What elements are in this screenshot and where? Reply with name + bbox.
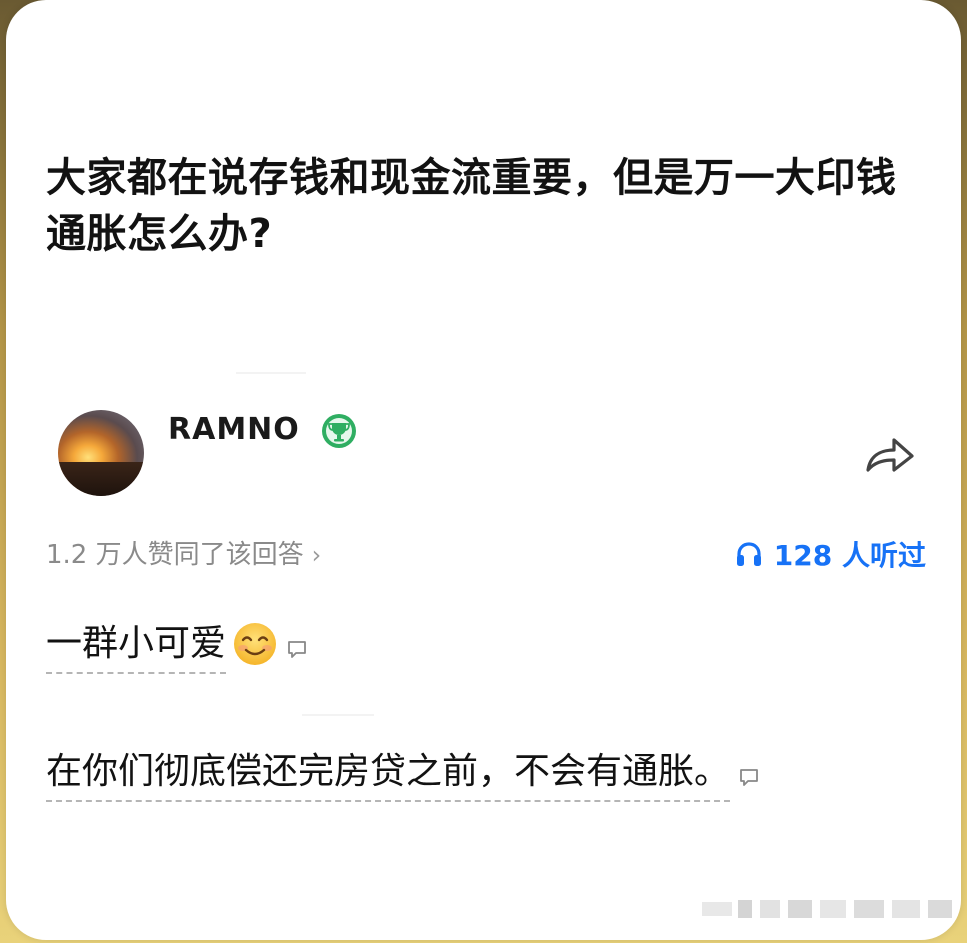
headphone-icon [736, 542, 761, 566]
chevron-right-icon: › [311, 541, 322, 569]
author-name[interactable]: RAMNO [168, 412, 300, 447]
answer-paragraph: 一群小可爱 [46, 614, 308, 674]
listen-count[interactable]: 128 人听过 [734, 534, 926, 574]
trophy-badge-icon[interactable] [320, 412, 358, 450]
answer-text[interactable]: 在你们彻底偿还完房贷之前，不会有通胀。 [46, 742, 731, 802]
comment-bubble-icon[interactable] [286, 638, 308, 660]
avatar[interactable] [58, 410, 144, 496]
vote-summary-label: 1.2 万人赞同了该回答 [46, 540, 304, 570]
answer-paragraph: 在你们彻底偿还完房贷之前，不会有通胀。 [46, 742, 760, 802]
smile-emoji-icon [234, 623, 277, 665]
answer-card: 大家都在说存钱和现金流重要，但是万一大印钱通胀怎么办? RAMNO 1.2 万人… [6, 0, 961, 940]
watermark-logo [698, 898, 958, 920]
faint-divider [302, 714, 374, 716]
comment-bubble-icon[interactable] [738, 766, 760, 788]
vote-summary[interactable]: 1.2 万人赞同了该回答 › [46, 534, 321, 571]
faint-divider [236, 372, 306, 374]
listen-count-label: 128 人听过 [773, 539, 926, 572]
share-arrow-icon[interactable] [858, 430, 918, 480]
avatar-horizon [58, 462, 144, 496]
vote-row: 1.2 万人赞同了该回答 › 128 人听过 [46, 534, 926, 574]
question-title[interactable]: 大家都在说存钱和现金流重要，但是万一大印钱通胀怎么办? [46, 150, 926, 262]
author-row: RAMNO [58, 410, 928, 500]
answer-text[interactable]: 一群小可爱 [46, 614, 227, 674]
